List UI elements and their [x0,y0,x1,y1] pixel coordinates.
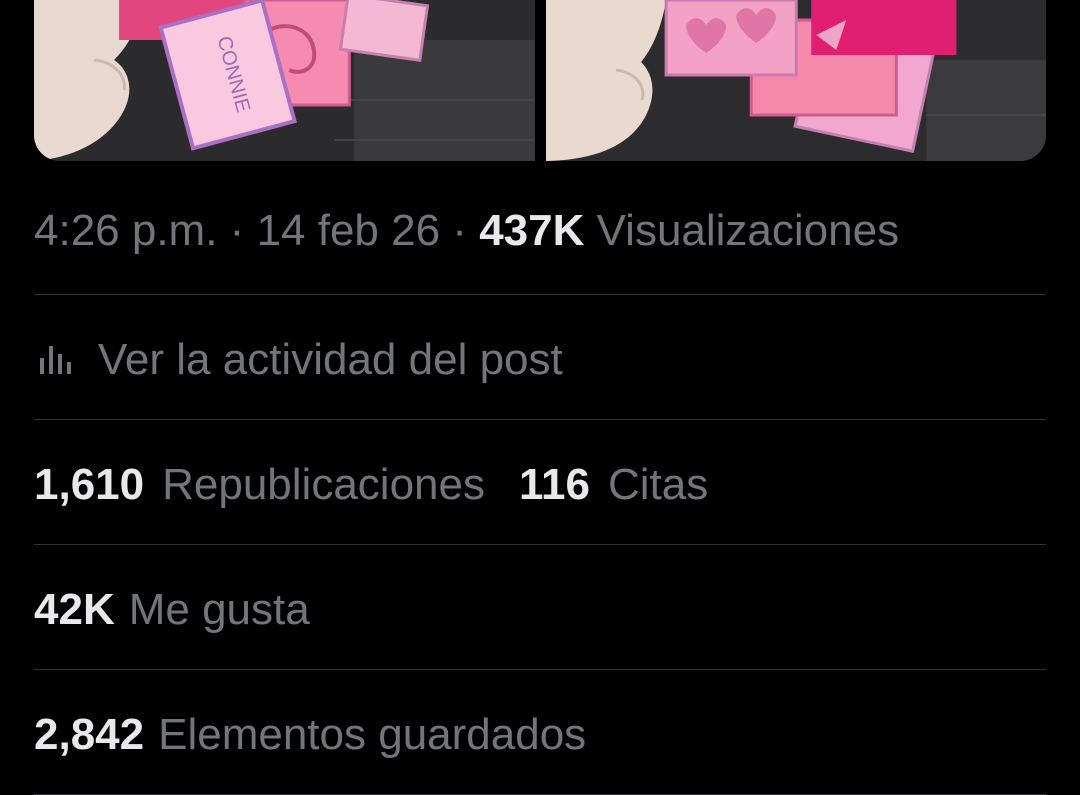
likes-count: 42K [34,585,115,634]
card-photo-left: CONNIE [34,0,535,161]
reposts-count: 1,610 [34,460,145,509]
meta-separator: · [229,206,245,255]
divider [34,544,1046,545]
bookmarks-count: 2,842 [34,710,145,759]
likes-label: Me gusta [128,585,310,634]
bookmarks-link[interactable]: 2,842 Elementos guardados [34,710,586,760]
analytics-icon [40,346,71,374]
post-date[interactable]: 14 feb 26 [257,206,441,255]
divider [34,669,1046,670]
post-metadata: 4:26 p.m. · 14 feb 26 · 437K Visualizaci… [34,198,899,264]
activity-label: Ver la actividad del post [98,335,563,384]
meta-separator: · [452,206,467,255]
stats-likes: 42K Me gusta [34,578,310,642]
card-photo-right [545,0,1046,161]
likes-link[interactable]: 42K Me gusta [34,585,310,635]
views-count: 437K [479,206,585,255]
post-image-1[interactable]: CONNIE [34,0,535,161]
view-post-activity-link[interactable]: Ver la actividad del post [34,328,563,392]
bookmarks-label: Elementos guardados [158,710,587,759]
divider [34,419,1046,420]
reposts-label: Republicaciones [162,460,485,509]
views-label: Visualizaciones [596,206,900,255]
media-grid: CONNIE [34,0,1046,161]
post-time[interactable]: 4:26 p.m. [34,206,217,255]
divider [34,294,1046,295]
reposts-link[interactable]: 1,610 Republicaciones [34,460,485,510]
quotes-label: Citas [607,460,709,509]
quotes-count: 116 [518,460,590,509]
post-image-2[interactable] [545,0,1046,161]
stats-bookmarks: 2,842 Elementos guardados [34,703,586,767]
quotes-link[interactable]: 116 Citas [519,460,708,510]
stats-reposts-quotes: 1,610 Republicaciones 116 Citas [34,453,708,517]
